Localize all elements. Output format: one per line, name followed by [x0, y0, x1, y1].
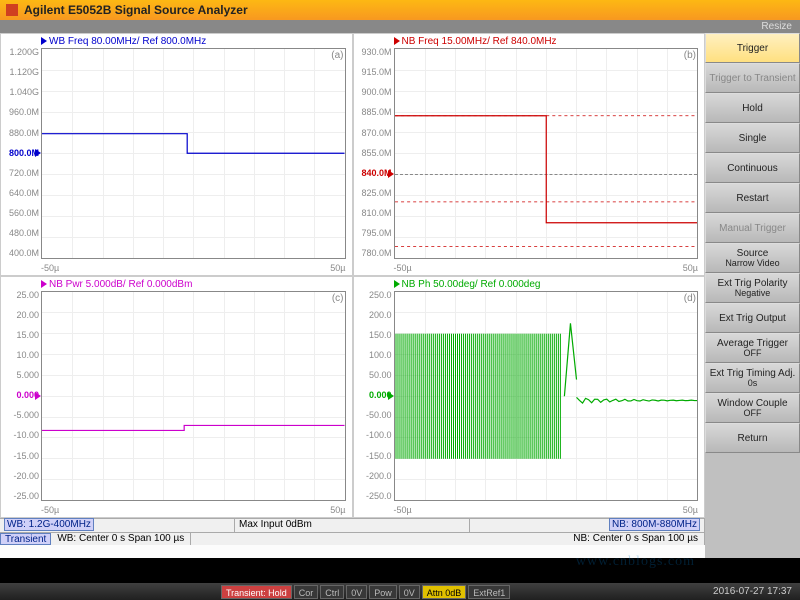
bottom-bar: Transient: Hold CorCtrl0VPow0VAttn 0dBEx… — [0, 583, 800, 600]
titlebar: Agilent E5052B Signal Source Analyzer — [0, 0, 800, 20]
menu-ext-trig-output[interactable]: Ext Trig Output — [705, 303, 800, 333]
timestamp: 2016-07-27 17:37 — [705, 586, 800, 597]
status-maxinput: Max Input 0dBm — [235, 519, 470, 532]
app-icon — [6, 4, 18, 16]
ref-marker-icon — [388, 392, 394, 400]
app-title: Agilent E5052B Signal Source Analyzer — [24, 3, 248, 17]
menu-single[interactable]: Single — [705, 123, 800, 153]
bb-pow[interactable]: Pow — [369, 585, 397, 599]
x-axis-labels: -50µ50µ — [394, 505, 699, 515]
chart-title: WB Freq 80.00MHz/ Ref 800.0MHz — [41, 36, 206, 47]
menu-return[interactable]: Return — [705, 423, 800, 453]
y-axis-labels: 1.200G1.120G1.040G960.0M880.0M800.0M720.… — [1, 48, 39, 259]
chart-area: WB Freq 80.00MHz/ Ref 800.0MHz(a)1.200G1… — [0, 33, 705, 558]
bottom-buttons: CorCtrl0VPow0VAttn 0dBExtRef1 — [293, 585, 512, 599]
bb-0v[interactable]: 0V — [346, 585, 367, 599]
bb-attn-0db[interactable]: Attn 0dB — [422, 585, 467, 599]
y-axis-labels: 930.0M915.0M900.0M885.0M870.0M855.0M840.… — [354, 48, 392, 259]
status-wb: WB: 1.2G-400MHz — [0, 519, 235, 532]
menu-source[interactable]: SourceNarrow Video — [705, 243, 800, 273]
menu-ext-trig-timing-adj-[interactable]: Ext Trig Timing Adj.0s — [705, 363, 800, 393]
status-row: WB: 1.2G-400MHz Max Input 0dBm NB: 800M-… — [0, 518, 705, 532]
bb-0v[interactable]: 0V — [399, 585, 420, 599]
menu-restart[interactable]: Restart — [705, 183, 800, 213]
chart-d[interactable]: NB Ph 50.00deg/ Ref 0.000deg(d)250.0200.… — [353, 276, 706, 519]
status-nb: NB: 800M-880MHz — [470, 519, 705, 532]
chart-b[interactable]: NB Freq 15.00MHz/ Ref 840.0MHz(b)930.0M9… — [353, 33, 706, 276]
x-axis-labels: -50µ50µ — [41, 263, 346, 273]
chart-title: NB Pwr 5.000dB/ Ref 0.000dBm — [41, 279, 192, 290]
hold-indicator: Transient: Hold — [221, 585, 292, 599]
plot-area — [41, 291, 346, 502]
menu-hold[interactable]: Hold — [705, 93, 800, 123]
y-axis-labels: 250.0200.0150.0100.050.000.000-50.00-100… — [354, 291, 392, 502]
menu-window-couple[interactable]: Window CoupleOFF — [705, 393, 800, 423]
plot-area — [394, 291, 699, 502]
menu-trigger[interactable]: Trigger — [705, 33, 800, 63]
ref-marker-icon — [35, 149, 41, 157]
x-axis-labels: -50µ50µ — [41, 505, 346, 515]
x-axis-labels: -50µ50µ — [394, 263, 699, 273]
plot-area — [41, 48, 346, 259]
bb-cor[interactable]: Cor — [294, 585, 319, 599]
chart-grid: WB Freq 80.00MHz/ Ref 800.0MHz(a)1.200G1… — [0, 33, 705, 518]
bb-ctrl[interactable]: Ctrl — [320, 585, 344, 599]
main-area: WB Freq 80.00MHz/ Ref 800.0MHz(a)1.200G1… — [0, 33, 800, 558]
plot-area — [394, 48, 699, 259]
chart-title: NB Freq 15.00MHz/ Ref 840.0MHz — [394, 36, 557, 47]
chart-a[interactable]: WB Freq 80.00MHz/ Ref 800.0MHz(a)1.200G1… — [0, 33, 353, 276]
y-axis-labels: 25.0020.0015.0010.005.0000.000-5.000-10.… — [1, 291, 39, 502]
menu-continuous[interactable]: Continuous — [705, 153, 800, 183]
transient-wb: WB: Center 0 s Span 100 µs — [51, 533, 191, 545]
transient-row: Transient WB: Center 0 s Span 100 µs NB:… — [0, 532, 705, 545]
resize-bar[interactable]: Resize — [0, 20, 800, 33]
chart-c[interactable]: NB Pwr 5.000dB/ Ref 0.000dBm(c)25.0020.0… — [0, 276, 353, 519]
chart-title: NB Ph 50.00deg/ Ref 0.000deg — [394, 279, 541, 290]
menu-trigger-to-transient: Trigger to Transient — [705, 63, 800, 93]
ref-marker-icon — [35, 392, 41, 400]
transient-nb: NB: Center 0 s Span 100 µs — [567, 533, 705, 545]
menu-ext-trig-polarity[interactable]: Ext Trig PolarityNegative — [705, 273, 800, 303]
side-menu: TriggerTrigger to TransientHoldSingleCon… — [705, 33, 800, 558]
ref-marker-icon — [388, 170, 394, 178]
bb-extref1[interactable]: ExtRef1 — [468, 585, 510, 599]
menu-average-trigger[interactable]: Average TriggerOFF — [705, 333, 800, 363]
menu-manual-trigger: Manual Trigger — [705, 213, 800, 243]
transient-tag: Transient — [0, 533, 51, 545]
